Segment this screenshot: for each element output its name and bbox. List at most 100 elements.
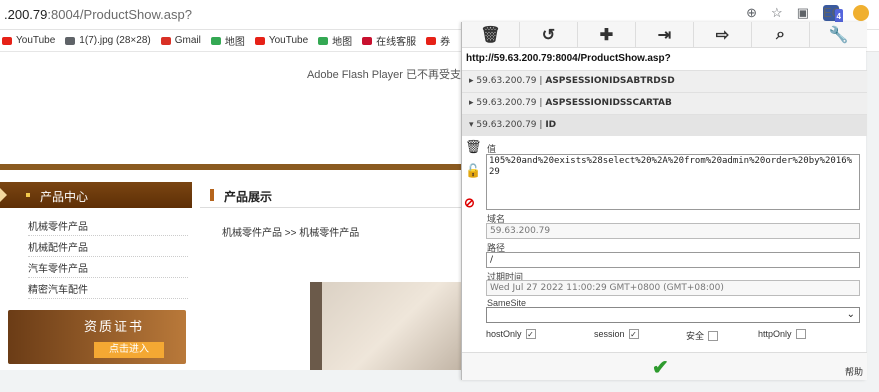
search-icon[interactable]: ⌕ [752, 22, 810, 47]
chevron-down-icon: ⌄ [846, 309, 855, 320]
url-text[interactable]: .200.79:8004/ProductShow.asp? [4, 7, 192, 22]
side-menu-item[interactable]: 汽车零件产品 [28, 257, 188, 278]
section-marker [210, 189, 214, 201]
panel-url: http://59.63.200.79:8004/ProductShow.asp… [466, 53, 671, 64]
path-field[interactable]: / [486, 252, 860, 268]
trash-icon[interactable]: 🗑 [465, 139, 482, 155]
side-menu-item[interactable]: 机械零件产品 [28, 215, 188, 236]
bookmark-icon [254, 36, 265, 45]
star-icon[interactable]: ☆ [771, 5, 783, 21]
bookmark-item[interactable]: 地图 [318, 33, 352, 48]
bookmark-label: 在线客服 [376, 37, 417, 48]
product-section-title: 产品展示 [224, 190, 273, 204]
side-menu-header[interactable]: 产品中心 [0, 182, 192, 208]
extension-icon[interactable]: EC 4 [823, 5, 843, 25]
certificate-title: 资质证书 [84, 319, 145, 334]
bookmark-item[interactable]: YouTube [2, 35, 55, 46]
samesite-select[interactable]: ⌄ [486, 307, 860, 323]
bookmark-item[interactable]: Gmail [160, 35, 201, 46]
bookmark-item[interactable]: 券 [426, 33, 450, 48]
url-host: .200.79 [4, 7, 48, 22]
browser-actions: ⊕ ☆ ▣ EC 4 [746, 5, 869, 25]
checkmark-icon[interactable]: ✔ [652, 355, 669, 380]
httponly-checkbox[interactable] [795, 329, 806, 339]
enter-button[interactable]: 点击进入 [94, 342, 164, 358]
bookmark-label: 地图 [224, 37, 245, 48]
web-page: Adobe Flash Player 已不再受支 产品中心 机械零件产品 机械配… [0, 52, 461, 370]
hostonly-checkbox[interactable]: ✓ [525, 329, 536, 339]
bookmark-icon [210, 36, 221, 45]
bookmark-icon [65, 36, 76, 45]
session-label: session [594, 329, 625, 339]
bookmark-icon [2, 36, 12, 45]
cookie-toolbar: 🗑 ↺ ✚ ⇥ ⇨ ⌕ 🔧 [462, 22, 867, 48]
flash-notice: Adobe Flash Player 已不再受支 [306, 69, 461, 81]
export-icon[interactable]: ⇨ [694, 22, 752, 47]
block-icon[interactable]: ⊘ [464, 195, 475, 211]
import-icon[interactable]: ⇥ [636, 22, 694, 47]
bookmark-label: Gmail [174, 35, 201, 46]
zoom-icon[interactable]: ⊕ [746, 5, 757, 21]
session-option[interactable]: session ✓ [594, 329, 639, 339]
certificate-banner[interactable]: 资质证书 点击进入 [8, 310, 186, 364]
separator: | [539, 76, 543, 86]
secure-checkbox[interactable] [708, 330, 719, 341]
secure-option[interactable]: 安全 [686, 329, 719, 342]
cookie-row-expanded[interactable]: ▾ 59.63.200.79 | ID [462, 114, 867, 136]
profile-icon[interactable] [853, 5, 869, 21]
help-link[interactable]: 帮助 [845, 365, 863, 378]
bookmark-label: 券 [440, 37, 451, 48]
product-photo[interactable] [310, 282, 461, 370]
cookie-row[interactable]: ▸ 59.63.200.79 | ASPSESSIONIDSSCARTAB [462, 92, 867, 114]
add-icon[interactable]: ✚ [578, 22, 636, 47]
banner-divider [0, 164, 461, 170]
bookmark-item[interactable]: 地图 [210, 33, 245, 48]
panel-footer: ✔ 帮助 [462, 352, 867, 380]
hostonly-label: hostOnly [486, 329, 522, 339]
cookie-name: ASPSESSIONIDSABTRDSD [545, 76, 675, 86]
cookie-editor-panel: 🗑 ↺ ✚ ⇥ ⇨ ⌕ 🔧 http://59.63.200.79:8004/P… [461, 22, 867, 380]
bookmark-item[interactable]: 在线客服 [362, 33, 416, 48]
product-section-header: 产品展示 [200, 182, 461, 208]
httponly-label: httpOnly [758, 329, 792, 339]
bookmark-label: YouTube [268, 35, 309, 46]
expand-arrow-icon: ▸ [469, 76, 474, 86]
secure-label: 安全 [686, 331, 705, 341]
settings-icon[interactable]: 🔧 [810, 22, 867, 47]
arrow-icon [0, 188, 7, 202]
separator: | [539, 98, 543, 108]
photo-detail [310, 282, 322, 370]
domain-field[interactable]: 59.63.200.79 [486, 223, 860, 239]
bookmark-icon [318, 36, 329, 45]
unlock-icon[interactable]: 🔓 [465, 163, 481, 179]
refresh-icon[interactable]: ↺ [520, 22, 578, 47]
cookie-name: ID [545, 120, 557, 130]
delete-all-icon[interactable]: 🗑 [462, 22, 520, 47]
session-checkbox[interactable]: ✓ [628, 329, 639, 339]
side-menu-list: 机械零件产品 机械配件产品 汽车零件产品 精密汽车配件 [28, 215, 188, 299]
url-path: :8004/ProductShow.asp? [47, 7, 192, 22]
cookie-row[interactable]: ▸ 59.63.200.79 | ASPSESSIONIDSABTRDSD [462, 70, 867, 92]
cookie-host: 59.63.200.79 [476, 98, 537, 108]
bookmark-label: 1(7).jpg (28×28) [79, 35, 151, 46]
cookie-value-input[interactable]: 105%20and%20exists%28select%20%2A%20from… [486, 154, 860, 210]
expand-arrow-icon: ▸ [469, 98, 474, 108]
cookie-name: ASPSESSIONIDSSCARTAB [545, 98, 672, 108]
bullet-icon [26, 193, 30, 197]
cookie-host: 59.63.200.79 [476, 120, 537, 130]
expires-field[interactable]: Wed Jul 27 2022 11:00:29 GMT+0800 (GMT+0… [486, 280, 860, 296]
bookmark-icon [160, 36, 171, 45]
bookmark-label: YouTube [16, 35, 56, 46]
bookmark-icon [426, 36, 437, 45]
cookie-flags: hostOnly ✓ session ✓ 安全 httpOnly [486, 329, 860, 343]
cookie-host: 59.63.200.79 [476, 76, 537, 86]
side-menu-title: 产品中心 [40, 190, 89, 204]
httponly-option[interactable]: httpOnly [758, 329, 806, 339]
bookmark-item[interactable]: YouTube [254, 35, 309, 46]
reader-icon[interactable]: ▣ [797, 5, 809, 21]
side-menu-item[interactable]: 精密汽车配件 [28, 278, 188, 299]
separator: | [539, 120, 543, 130]
bookmark-item[interactable]: 1(7).jpg (28×28) [65, 35, 151, 46]
side-menu-item[interactable]: 机械配件产品 [28, 236, 188, 257]
hostonly-option[interactable]: hostOnly ✓ [486, 329, 536, 339]
